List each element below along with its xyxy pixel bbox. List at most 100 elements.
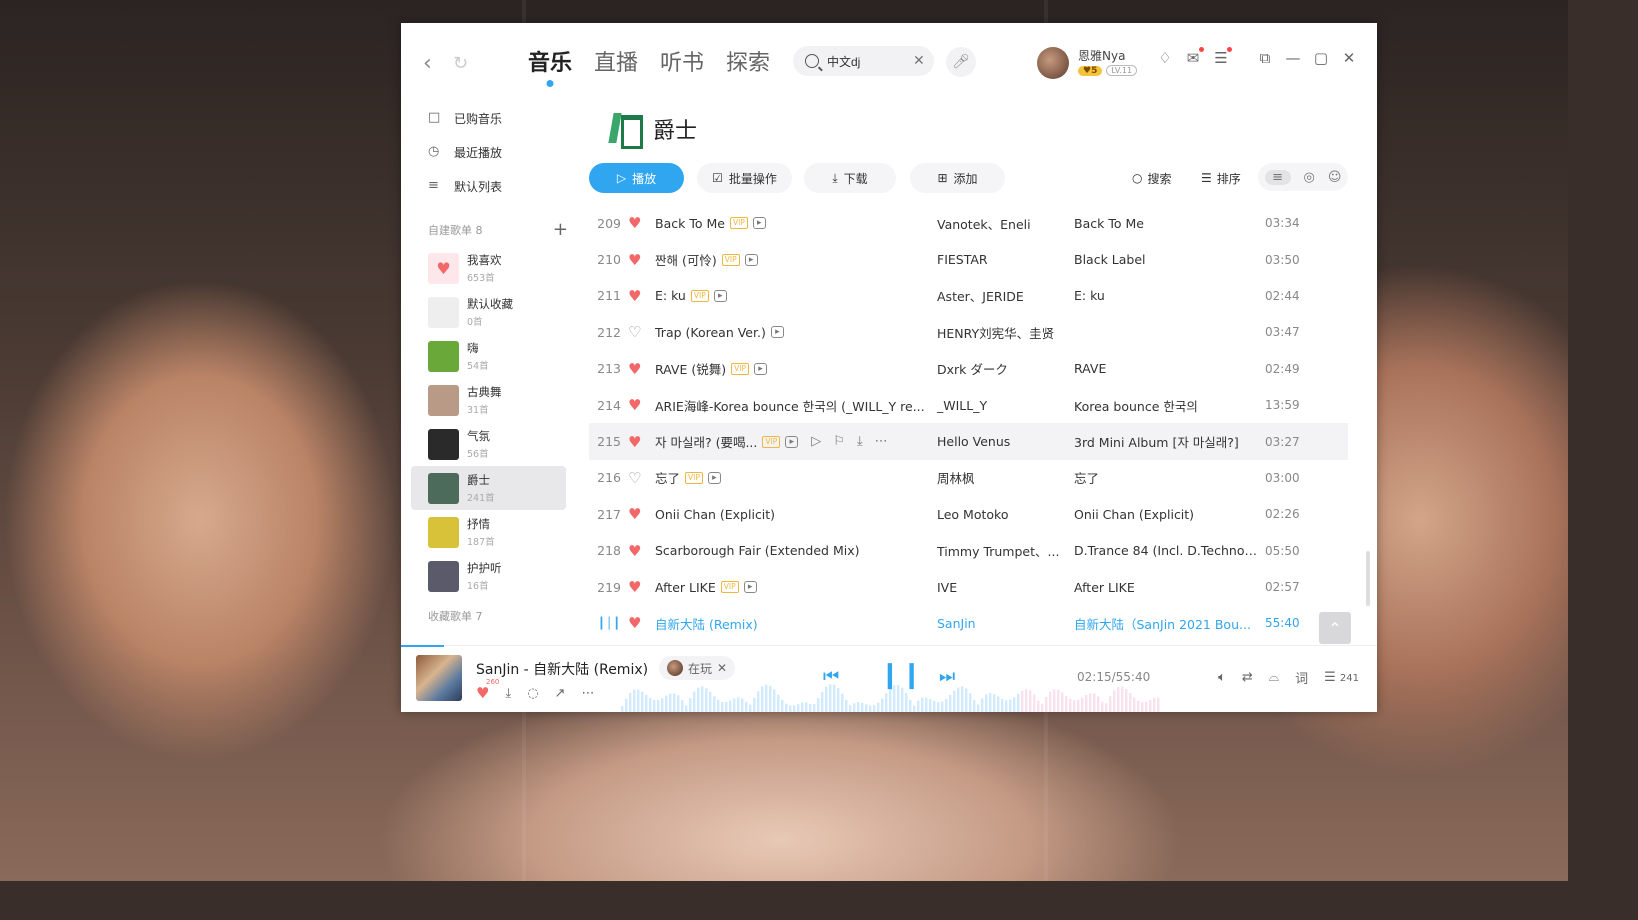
sound-effect-icon[interactable]: ⌓	[1269, 670, 1279, 685]
scroll-to-top-button[interactable]: ⌃	[1319, 612, 1351, 644]
playback-progress[interactable]	[401, 645, 444, 647]
batch-operation-button[interactable]: ☑ 批量操作	[697, 163, 792, 193]
song-title[interactable]: 自新大陆 (Remix)	[655, 614, 758, 633]
mv-icon[interactable]: ▸	[753, 362, 767, 375]
heart-icon[interactable]: ♥	[628, 214, 644, 232]
mv-icon[interactable]: ▸	[713, 289, 727, 302]
song-row[interactable]: 209 ♥ Back To Me VIP ▸ Vanotek、Eneli Back T…	[589, 205, 1348, 241]
song-artist[interactable]: 周林枫	[937, 468, 1062, 487]
song-title[interactable]: 자 마실래? (要喝...	[655, 432, 757, 451]
mv-icon[interactable]: ▸	[785, 435, 799, 448]
level-badge[interactable]: LV.11	[1106, 65, 1138, 76]
heart-icon[interactable]: ♥	[628, 251, 644, 269]
next-icon[interactable]: ⏭︎	[939, 666, 955, 687]
sort-button[interactable]: ☰ 排序	[1201, 163, 1241, 193]
sidebar-item-purchased[interactable]: □ 已购音乐	[401, 101, 576, 135]
artist-view-icon[interactable]: ☺	[1328, 170, 1342, 185]
refresh-icon[interactable]: ↻	[453, 53, 468, 74]
heart-icon[interactable]: ♥	[628, 287, 644, 305]
heart-icon[interactable]: ♡	[628, 323, 644, 341]
song-artist[interactable]: SanJin	[937, 616, 1062, 631]
vip-badge[interactable]: ♥5	[1078, 65, 1103, 76]
heart-icon[interactable]: ♥	[628, 505, 644, 523]
tab-live[interactable]: 直播	[594, 45, 638, 77]
clear-icon[interactable]: ✕	[913, 53, 925, 69]
sidebar-playlist-item[interactable]: 嗨 54首	[411, 334, 566, 378]
mv-icon[interactable]: ▸	[743, 581, 757, 594]
add-playlist-icon[interactable]: +	[553, 219, 568, 240]
pause-icon[interactable]: ❙❙	[879, 660, 923, 690]
tab-music[interactable]: 音乐	[528, 45, 572, 77]
song-row[interactable]: 219 ♥ After LIKE VIP ▸ IVE After LIKE 02:57	[589, 569, 1348, 605]
song-artist[interactable]: HENRY刘宪华、圭贤	[937, 323, 1062, 342]
download-button[interactable]: ⤓ 下载	[804, 163, 896, 193]
sidebar-playlist-item[interactable]: 护护听 16首	[411, 554, 566, 598]
song-title[interactable]: RAVE (锐舞)	[655, 359, 726, 378]
song-artist[interactable]: FIESTAR	[937, 252, 1062, 267]
previous-icon[interactable]: ⏮︎	[823, 666, 839, 687]
more-icon[interactable]: ⋯	[581, 686, 594, 701]
song-album[interactable]: 忘了	[1074, 468, 1259, 487]
song-artist[interactable]: Hello Venus	[937, 434, 1062, 449]
song-title[interactable]: E: ku	[655, 288, 686, 303]
maximize-icon[interactable]: ▢	[1313, 49, 1329, 67]
mail-icon[interactable]: ✉	[1185, 47, 1204, 67]
heart-icon[interactable]: ♡	[628, 469, 644, 487]
queue-button[interactable]: ☰ 241	[1324, 670, 1359, 685]
sidebar-item-recent[interactable]: ◷ 最近播放	[401, 135, 576, 169]
song-row[interactable]: 211 ♥ E: ku VIP ▸ Aster、JERIDE E: ku 02:44	[589, 278, 1348, 314]
song-row[interactable]: 216 ♡ 忘了 VIP ▸ 周林枫 忘了 03:00	[589, 460, 1348, 496]
repeat-icon[interactable]: ⇄	[1242, 670, 1253, 685]
song-title[interactable]: Onii Chan (Explicit)	[655, 507, 775, 522]
song-album[interactable]: Onii Chan (Explicit)	[1074, 507, 1259, 522]
song-album[interactable]: D.Trance 84 (Incl. D.Techno ...	[1074, 543, 1259, 558]
song-artist[interactable]: Vanotek、Eneli	[937, 214, 1062, 233]
mv-icon[interactable]: ▸	[707, 471, 721, 484]
play-all-button[interactable]: ▷ 播放	[589, 163, 684, 193]
search-input[interactable]	[825, 53, 909, 69]
song-artist[interactable]: Dxrk ダーク	[937, 359, 1062, 378]
song-row[interactable]: 210 ♥ 짠해 (可怜) VIP ▸ FIESTAR Black Label 03:…	[589, 241, 1348, 277]
now-playing-cover[interactable]	[416, 655, 462, 701]
mv-icon[interactable]: ▸	[744, 253, 758, 266]
song-album[interactable]: After LIKE	[1074, 580, 1259, 595]
more-icon[interactable]: ⋯	[875, 434, 888, 449]
search-box[interactable]: ✕	[793, 46, 934, 76]
avatar[interactable]	[1037, 47, 1069, 79]
sidebar-playlist-item[interactable]: 古典舞 31首	[411, 378, 566, 422]
song-title[interactable]: Scarborough Fair (Extended Mix)	[655, 543, 860, 558]
voice-search-icon[interactable]: 🎤︎	[946, 47, 976, 77]
heart-icon[interactable]: ♥	[628, 433, 644, 451]
tab-explore[interactable]: 探索	[726, 45, 770, 77]
song-album[interactable]: Korea bounce 한국의	[1074, 396, 1259, 415]
download-icon[interactable]: ⤓	[505, 686, 511, 701]
sidebar-playlist-item[interactable]: 默认收藏 0首	[411, 290, 566, 334]
sidebar-playlist-item[interactable]: ♥ 我喜欢 653首	[411, 246, 566, 290]
song-artist[interactable]: IVE	[937, 580, 1062, 595]
song-title[interactable]: Trap (Korean Ver.)	[655, 325, 766, 340]
song-title[interactable]: Back To Me	[655, 216, 725, 231]
close-icon[interactable]: ✕	[1341, 49, 1357, 67]
song-row[interactable]: 217 ♥ Onii Chan (Explicit) Leo Motoko Oni…	[589, 496, 1348, 532]
heart-icon[interactable]: ♥	[628, 360, 644, 378]
song-title[interactable]: 짠해 (可怜)	[655, 250, 717, 269]
play-icon[interactable]: ▷	[811, 434, 821, 449]
tab-audiobook[interactable]: 听书	[660, 45, 704, 77]
heart-icon[interactable]: ♥	[628, 396, 644, 414]
search-in-list-button[interactable]: ○ 搜索	[1132, 163, 1172, 193]
disc-view-icon[interactable]: ◎	[1304, 170, 1315, 185]
heart-icon[interactable]: ♥	[628, 614, 644, 632]
song-album[interactable]: Black Label	[1074, 252, 1259, 267]
collected-playlists-header[interactable]: 收藏歌单 7	[401, 598, 576, 630]
add-button[interactable]: ⊞ 添加	[910, 163, 1005, 193]
scrollbar[interactable]	[1366, 551, 1370, 606]
created-playlists-header[interactable]: 自建歌单 8 +	[401, 203, 576, 246]
heart-icon[interactable]: ♥ 260	[476, 678, 499, 702]
download-icon[interactable]: ⤓	[857, 434, 863, 449]
song-title[interactable]: After LIKE	[655, 580, 716, 595]
mini-mode-icon[interactable]: ⧉	[1257, 49, 1273, 67]
song-album[interactable]: RAVE	[1074, 361, 1259, 376]
back-arrow-icon[interactable]: ‹	[423, 51, 432, 76]
song-title[interactable]: 忘了	[655, 468, 680, 487]
song-album[interactable]: Back To Me	[1074, 216, 1259, 231]
